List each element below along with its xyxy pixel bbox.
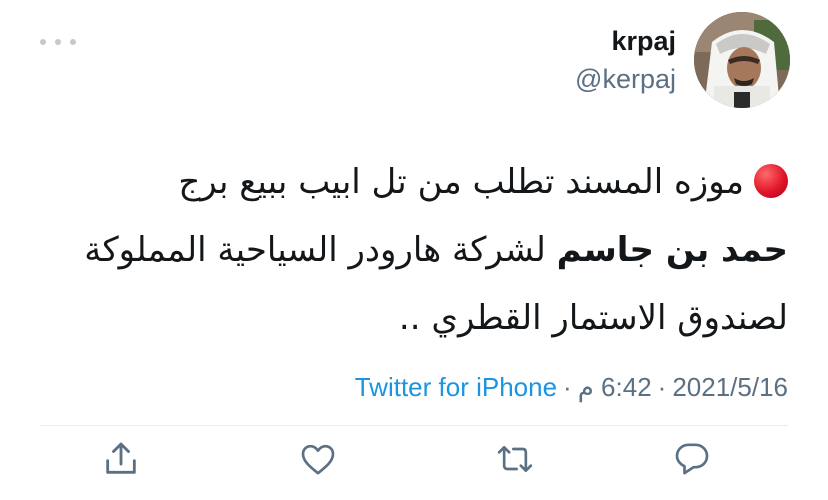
tweet-line-2-bold: حمد بن جاسم (556, 230, 788, 270)
display-name[interactable]: krpaj (575, 24, 676, 58)
heart-icon (301, 444, 335, 475)
tweet-line-2: لشركة هارودر السياحية المملوكة (84, 230, 546, 270)
user-handle[interactable]: @kerpaj (575, 62, 676, 96)
more-options-icon[interactable] (40, 30, 76, 54)
reply-icon (675, 443, 709, 475)
more-dot (55, 39, 61, 45)
retweet-icon (497, 446, 533, 472)
tweet-detail: krpaj @kerpaj موزه المسند تطلب من تل ابي… (0, 0, 828, 500)
red-circle-emoji-icon (754, 164, 788, 198)
avatar-image (694, 12, 790, 108)
action-bar (96, 434, 736, 484)
avatar[interactable] (694, 12, 790, 108)
meta-separator: · (563, 372, 572, 402)
retweet-button[interactable] (490, 434, 540, 484)
user-info[interactable]: krpaj @kerpaj (575, 24, 676, 96)
tweet-line-3: لصندوق الاستمار القطري .. (398, 298, 788, 338)
more-dot (70, 39, 76, 45)
tweet-time: 6:42 م (577, 372, 652, 402)
share-button[interactable] (96, 434, 146, 484)
share-icon (106, 442, 136, 474)
tweet-date: 2021/5/16 (672, 372, 788, 402)
divider (40, 425, 788, 426)
tweet-line-1: موزه المسند تطلب من تل ابيب ببيع برج (178, 162, 744, 202)
meta-separator: · (657, 372, 667, 402)
more-dot (40, 39, 46, 45)
tweet-meta: 2021/5/16·6:42 م·Twitter for iPhone (355, 372, 788, 403)
tweet-source-link[interactable]: Twitter for iPhone (355, 372, 557, 402)
reply-button[interactable] (667, 434, 717, 484)
like-button[interactable] (293, 434, 343, 484)
tweet-text: موزه المسند تطلب من تل ابيب ببيع برج حمد… (28, 148, 788, 352)
